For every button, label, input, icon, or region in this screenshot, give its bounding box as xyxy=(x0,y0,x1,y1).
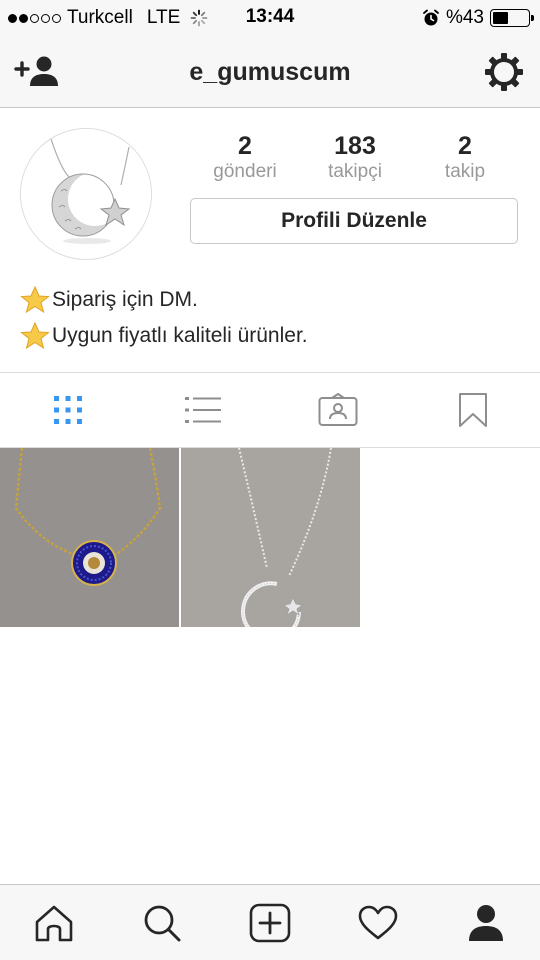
battery-percentage: %43 xyxy=(445,7,484,28)
star-emoji-icon xyxy=(20,321,50,350)
list-icon xyxy=(184,397,221,423)
post-thumbnail[interactable] xyxy=(0,448,179,627)
home-icon xyxy=(35,905,73,941)
tab-grid[interactable] xyxy=(0,373,135,447)
edit-profile-button[interactable]: Profili Düzenle xyxy=(190,198,518,244)
profile-stats: 2 gönderi 183 takipçi 2 takip xyxy=(190,132,520,188)
bottom-tab-bar xyxy=(0,884,540,960)
alarm-clock-icon xyxy=(423,9,439,26)
profile-icon xyxy=(469,904,503,941)
posts-grid xyxy=(0,448,540,627)
tagged-icon xyxy=(318,393,357,426)
status-bar: Turkcell LTE 13:44 %43 xyxy=(0,0,540,36)
grid-icon xyxy=(53,396,82,424)
tab-home[interactable] xyxy=(0,885,108,960)
tab-search[interactable] xyxy=(108,885,216,960)
gear-icon[interactable] xyxy=(484,52,524,92)
profile-view-tabs xyxy=(0,372,540,448)
profile-username: e_gumuscum xyxy=(189,58,351,86)
crescent-necklace-photo xyxy=(181,448,360,627)
evil-eye-necklace-photo xyxy=(0,448,179,627)
stat-posts-count: 2 xyxy=(238,132,252,160)
stat-following-label: takip xyxy=(444,161,486,182)
battery-tip xyxy=(531,15,534,21)
profile-nav-bar: e_gumuscum xyxy=(0,36,540,108)
bio-text: Uygun fiyatlı kaliteli ürünler. xyxy=(52,324,308,347)
crescent-star-necklace-image xyxy=(21,129,151,259)
stat-posts[interactable]: 2 gönderi xyxy=(190,132,300,188)
stat-following-count: 2 xyxy=(458,132,472,160)
star-emoji-icon xyxy=(20,285,50,314)
profile-avatar[interactable] xyxy=(20,128,152,260)
stat-following[interactable]: 2 takip xyxy=(410,132,520,188)
stat-followers-count: 183 xyxy=(334,132,376,160)
tab-tagged[interactable] xyxy=(270,373,405,447)
bio-line: Uygun fiyatlı kaliteli ürünler. xyxy=(20,318,520,354)
tab-profile[interactable] xyxy=(432,885,540,960)
search-icon xyxy=(144,905,181,941)
tab-saved[interactable] xyxy=(405,373,540,447)
status-right: %43 xyxy=(422,6,534,30)
tab-new-post[interactable] xyxy=(216,885,324,960)
tab-activity[interactable] xyxy=(324,885,432,960)
battery-icon xyxy=(490,9,534,27)
heart-icon xyxy=(358,905,398,939)
bio-line: Sipariş için DM. xyxy=(20,282,520,318)
stat-posts-label: gönderi xyxy=(213,161,277,182)
bio-text: Sipariş için DM. xyxy=(52,288,198,311)
profile-bio: Sipariş için DM. Uygun fiyatlı kaliteli … xyxy=(20,282,520,354)
stat-followers-label: takipçi xyxy=(328,161,382,182)
battery-level-fill xyxy=(493,12,508,24)
stat-followers[interactable]: 183 takipçi xyxy=(300,132,410,188)
add-post-icon xyxy=(249,903,291,942)
tab-list[interactable] xyxy=(135,373,270,447)
bookmark-icon xyxy=(458,393,487,427)
post-thumbnail[interactable] xyxy=(181,448,360,627)
